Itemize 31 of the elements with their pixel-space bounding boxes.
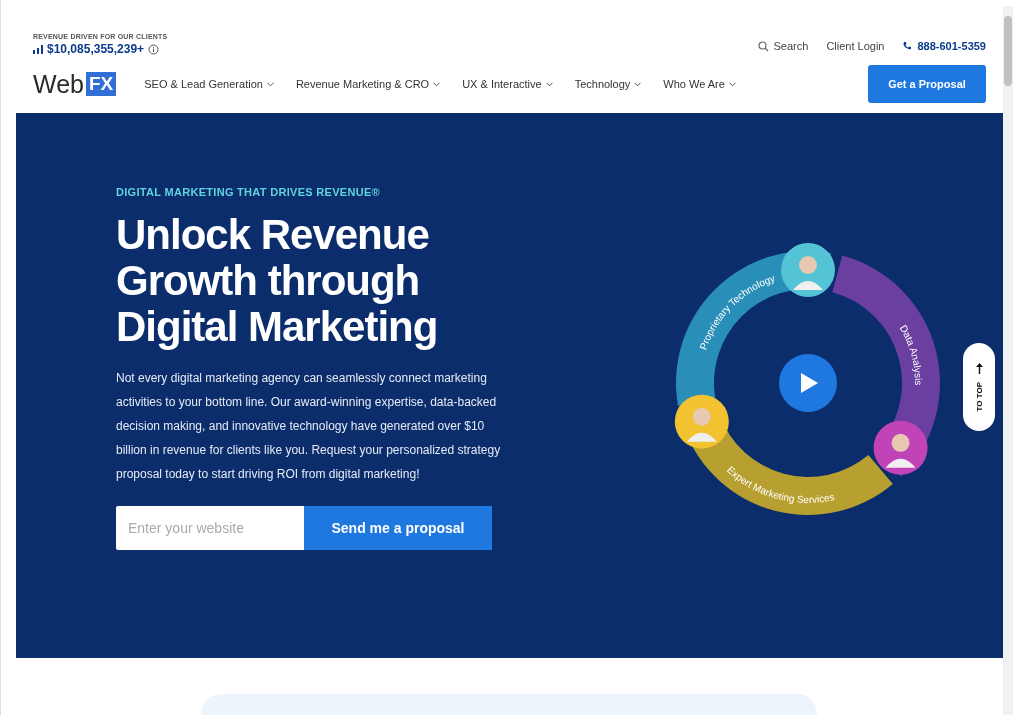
website-input-field[interactable]: Enter your website (116, 506, 304, 550)
send-proposal-button[interactable]: Send me a proposal (304, 506, 492, 550)
avatar-icon (873, 420, 928, 475)
arrow-up-icon (975, 362, 983, 374)
play-button[interactable] (779, 354, 837, 412)
revenue-value: $10,085,355,239+ (47, 42, 145, 56)
phone-icon (902, 41, 913, 51)
avatar-icon (674, 394, 729, 449)
hero-heading: Unlock Revenue Growth through Digital Marketing (116, 212, 439, 350)
info-icon (148, 43, 160, 55)
chevron-down-icon (266, 81, 274, 87)
nav-menu-item[interactable]: Revenue Marketing & CRO (295, 78, 441, 90)
to-top-button[interactable]: TO TOP (963, 343, 995, 431)
client-login-link[interactable]: Client Login (826, 40, 885, 52)
bar-chart-icon (33, 44, 43, 54)
chevron-down-icon (545, 81, 553, 87)
webfx-logo[interactable]: Web FX (33, 69, 117, 99)
chevron-down-icon (433, 81, 441, 87)
hero-paragraph: Not every digital marketing agency can seamlessly connect marketing activities to your bottom line. Our award-winning expertise, data-backed decision making, and innovative technology have generated over $10 billion in revenue for clients like you. Request your personalized strategy proposal today to start driving ROI from digital marketing! (116, 370, 501, 483)
nav-menu-item[interactable]: UX & Interactive (462, 78, 553, 90)
nav-menu-item[interactable]: Technology (574, 78, 642, 90)
search-icon (757, 40, 769, 52)
search-link[interactable]: Search (757, 40, 809, 52)
hero-eyebrow: DIGITAL MARKETING THAT DRIVES REVENUE® (116, 186, 381, 198)
get-proposal-button[interactable]: Get a Proposal (868, 65, 986, 103)
nav-menu-item[interactable]: SEO & Lead Generation (144, 78, 274, 90)
chevron-down-icon (728, 81, 736, 87)
phone-link[interactable]: 888-601-5359 (902, 40, 986, 52)
chevron-down-icon (634, 81, 642, 87)
avatar-icon (781, 243, 835, 297)
nav-menu-item[interactable]: Who We Are (663, 78, 736, 90)
